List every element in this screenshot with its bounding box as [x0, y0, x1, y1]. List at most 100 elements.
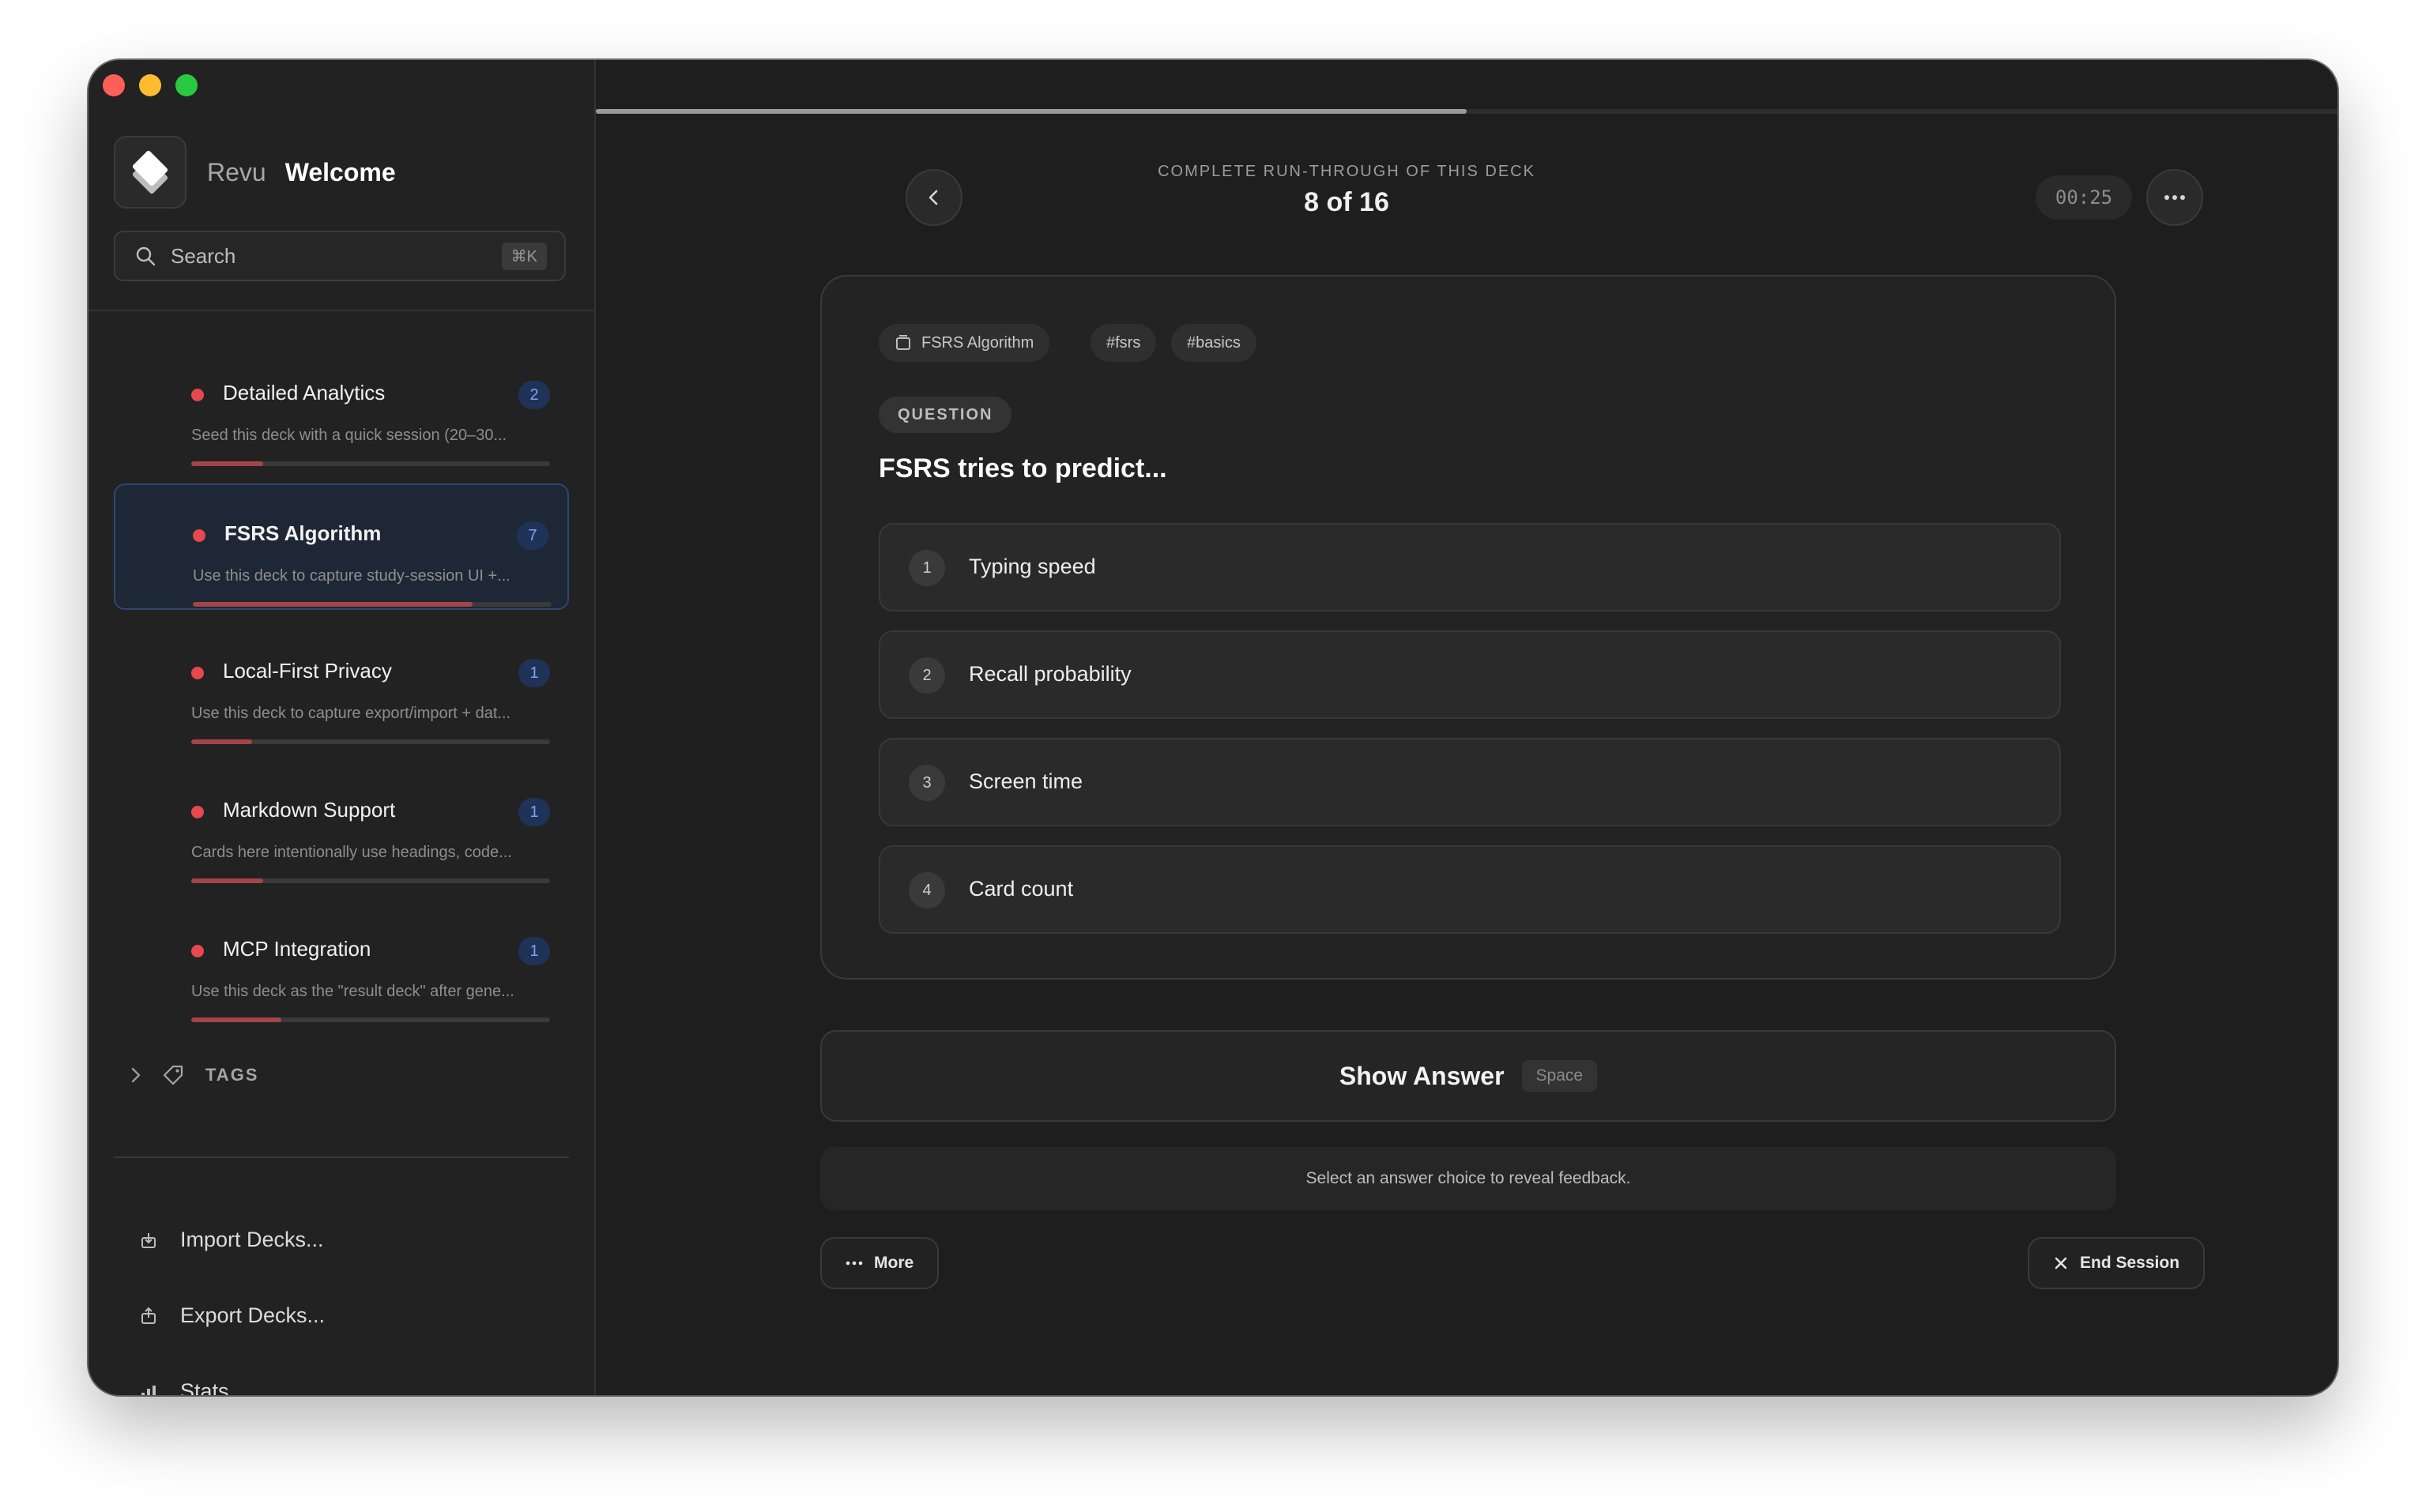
- option-number: 4: [909, 872, 945, 908]
- option-text: Recall probability: [969, 662, 1132, 686]
- show-answer-button[interactable]: Show Answer Space: [820, 1030, 2116, 1122]
- deck-progress-fill: [191, 461, 263, 466]
- end-session-label: End Session: [2080, 1254, 2180, 1272]
- study-session-view: COMPLETE RUN-THROUGH OF THIS DECK 8 of 1…: [596, 60, 2337, 1395]
- answer-option[interactable]: 2 Recall probability: [879, 630, 2061, 719]
- back-button[interactable]: [906, 169, 962, 226]
- deck-item[interactable]: Local-First Privacy 1 Use this deck to cap…: [114, 622, 569, 749]
- tag-chip-label: #basics: [1187, 334, 1241, 352]
- deck-progress-bar: [193, 602, 552, 607]
- session-progress-bar: [596, 109, 2337, 114]
- deck-progress-fill: [191, 739, 253, 744]
- app-name: Revu: [207, 157, 266, 186]
- deck-icon: [896, 335, 910, 350]
- answer-option[interactable]: 4 Card count: [879, 845, 2061, 934]
- deck-progress-bar: [191, 1017, 550, 1022]
- brand: Revu Welcome: [114, 136, 396, 209]
- deck-due-badge: 1: [518, 798, 550, 826]
- ellipsis-icon: [846, 1261, 863, 1266]
- deck-status-dot: [191, 945, 204, 957]
- stats-icon: [141, 1385, 156, 1395]
- deck-item[interactable]: Detailed Analytics 2 Seed this deck with a…: [114, 344, 569, 471]
- page-title: Welcome: [284, 157, 396, 186]
- deck-chip-label: FSRS Algorithm: [921, 334, 1034, 352]
- search-placeholder: Search: [171, 243, 236, 268]
- close-window-button[interactable]: [103, 74, 125, 96]
- search-icon: [136, 246, 156, 266]
- deck-description: Use this deck to capture export/import +…: [191, 705, 511, 722]
- deck-title: Detailed Analytics: [223, 381, 386, 404]
- more-options-button[interactable]: [2146, 169, 2203, 226]
- chevron-left-icon: [929, 190, 938, 205]
- session-subtitle: COMPLETE RUN-THROUGH OF THIS DECK: [1158, 163, 1535, 180]
- more-button[interactable]: More: [820, 1237, 940, 1289]
- deck-title: Markdown Support: [223, 798, 396, 822]
- divider: [89, 310, 594, 311]
- stats-button[interactable]: Stats: [139, 1379, 229, 1395]
- question-text: FSRS tries to predict...: [879, 453, 1167, 483]
- search-input[interactable]: Search ⌘K: [114, 231, 566, 281]
- export-icon: [141, 1307, 156, 1324]
- import-decks-button[interactable]: Import Decks...: [139, 1228, 324, 1252]
- flashcard: FSRS Algorithm #fsrs #basics QUESTION FS…: [820, 275, 2116, 980]
- export-decks-label: Export Decks...: [180, 1303, 326, 1327]
- app-logo-icon: [114, 136, 186, 209]
- tag-icon: [163, 1065, 183, 1085]
- show-answer-label: Show Answer: [1339, 1061, 1505, 1090]
- deck-title: Local-First Privacy: [223, 659, 392, 683]
- more-label: More: [874, 1254, 914, 1272]
- answer-option[interactable]: 1 Typing speed: [879, 523, 2061, 611]
- close-icon: [2055, 1257, 2067, 1269]
- deck-status-dot: [191, 389, 204, 401]
- app-window: Revu Welcome Search ⌘K Detailed Analytic…: [89, 60, 2337, 1395]
- option-text: Typing speed: [969, 555, 1096, 578]
- deck-chip[interactable]: FSRS Algorithm: [879, 324, 1050, 362]
- deck-status-dot: [193, 529, 205, 542]
- end-session-button[interactable]: End Session: [2028, 1237, 2206, 1289]
- deck-description: Cards here intentionally use headings, c…: [191, 844, 512, 861]
- deck-title: FSRS Algorithm: [224, 521, 382, 545]
- deck-description: Use this deck as the "result deck" after…: [191, 983, 514, 1000]
- deck-title: MCP Integration: [223, 937, 371, 961]
- minimize-window-button[interactable]: [139, 74, 161, 96]
- deck-progress-bar: [191, 739, 550, 744]
- deck-description: Use this deck to capture study-session U…: [193, 567, 510, 585]
- option-text: Card count: [969, 877, 1074, 901]
- ellipsis-icon: [2164, 195, 2185, 200]
- deck-progress-fill: [191, 1017, 281, 1022]
- session-timer: 00:25: [2036, 175, 2132, 220]
- tags-label: TAGS: [205, 1065, 259, 1085]
- deck-due-badge: 1: [518, 659, 550, 687]
- session-header: COMPLETE RUN-THROUGH OF THIS DECK 8 of 1…: [991, 163, 1702, 218]
- deck-item[interactable]: Markdown Support 1 Cards here intentionall…: [114, 762, 569, 888]
- chevron-right-icon: [131, 1067, 141, 1083]
- deck-due-badge: 1: [518, 937, 550, 965]
- question-label: QUESTION: [879, 397, 1012, 433]
- show-answer-shortcut: Space: [1521, 1060, 1598, 1092]
- tags-section-toggle[interactable]: TAGS: [128, 1063, 258, 1087]
- stats-label: Stats: [180, 1379, 229, 1395]
- option-number: 2: [909, 657, 945, 694]
- option-number: 3: [909, 765, 945, 801]
- deck-description: Seed this deck with a quick session (20–…: [191, 427, 507, 444]
- tag-chip-label: #fsrs: [1106, 334, 1141, 352]
- window-controls: [103, 74, 198, 96]
- option-text: Screen time: [969, 769, 1083, 793]
- deck-status-dot: [191, 667, 204, 679]
- deck-item[interactable]: MCP Integration 1 Use this deck as the "re…: [114, 901, 569, 1027]
- tag-chip[interactable]: #basics: [1171, 324, 1256, 362]
- deck-status-dot: [191, 806, 204, 818]
- search-shortcut: ⌘K: [501, 242, 547, 270]
- option-number: 1: [909, 550, 945, 586]
- deck-item[interactable]: FSRS Algorithm 7 Use this deck to capture …: [114, 483, 569, 610]
- tag-chip[interactable]: #fsrs: [1091, 324, 1157, 362]
- import-icon: [141, 1232, 156, 1248]
- zoom-window-button[interactable]: [175, 74, 198, 96]
- export-decks-button[interactable]: Export Decks...: [139, 1303, 325, 1328]
- answer-option[interactable]: 3 Screen time: [879, 738, 2061, 826]
- sidebar: Revu Welcome Search ⌘K Detailed Analytic…: [89, 60, 596, 1395]
- deck-progress-fill: [193, 602, 473, 607]
- import-decks-label: Import Decks...: [180, 1228, 324, 1251]
- deck-due-badge: 2: [518, 381, 550, 409]
- deck-progress-fill: [191, 878, 263, 883]
